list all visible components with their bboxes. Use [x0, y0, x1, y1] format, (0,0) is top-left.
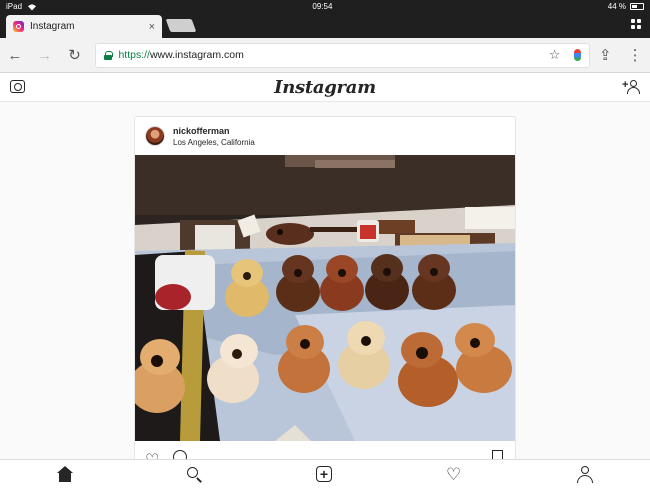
activity-heart-icon[interactable]: ♡ [446, 466, 466, 484]
save-bookmark-icon[interactable] [492, 450, 503, 459]
battery-icon [630, 3, 644, 10]
bottom-nav: + ♡ [0, 459, 650, 488]
post-meta: nickofferman Los Angeles, California [173, 126, 255, 147]
url-scheme: https:// [118, 49, 150, 61]
instagram-logo[interactable]: Instagram [0, 77, 650, 98]
home-icon[interactable] [55, 466, 75, 484]
post-photo[interactable] [135, 155, 515, 441]
wifi-icon [28, 3, 37, 10]
add-user-icon[interactable]: + [622, 80, 640, 94]
status-bar: iPad 09:54 44 % [0, 0, 650, 13]
device-label: iPad [6, 2, 23, 11]
instagram-favicon-icon [13, 21, 24, 32]
back-button[interactable]: ← [0, 40, 30, 70]
avatar[interactable] [145, 126, 165, 146]
new-tab-button[interactable] [165, 19, 197, 32]
share-button[interactable]: ⇪ [590, 40, 620, 70]
tab-strip: Instagram × [0, 13, 650, 38]
tab-title: Instagram [30, 21, 75, 32]
lock-icon [104, 50, 114, 60]
address-bar[interactable]: https:// www.instagram.com ☆ [95, 42, 591, 68]
instagram-header: Instagram + [0, 73, 650, 102]
profile-icon[interactable] [576, 466, 596, 484]
browser-toolbar: ← → ↻ https:// www.instagram.com ☆ ⇪ ⋮ [0, 38, 650, 73]
tab-instagram[interactable]: Instagram × [6, 15, 162, 38]
status-right: 44 % [608, 2, 644, 11]
clock: 09:54 [312, 2, 333, 11]
like-heart-icon[interactable]: ♡ [145, 450, 159, 459]
tab-close-icon[interactable]: × [149, 21, 155, 33]
post-actions: ♡ [135, 447, 515, 459]
bookmark-star-icon[interactable]: ☆ [549, 47, 561, 63]
battery-percent: 44 % [607, 2, 626, 11]
status-left: iPad [6, 2, 37, 11]
post-location[interactable]: Los Angeles, California [173, 138, 255, 147]
forward-button[interactable]: → [30, 40, 60, 70]
search-icon[interactable] [185, 466, 205, 484]
tab-switcher-icon[interactable] [631, 19, 641, 29]
microphone-icon[interactable] [574, 49, 582, 61]
post-card: nickofferman Los Angeles, California [134, 116, 516, 459]
url-host: www.instagram.com [149, 49, 244, 61]
new-post-icon[interactable]: + [316, 466, 332, 482]
ukulele-photo-illustration [135, 155, 515, 441]
more-menu-button[interactable]: ⋮ [620, 40, 650, 70]
reload-button[interactable]: ↻ [60, 40, 90, 70]
post-username[interactable]: nickofferman [173, 126, 255, 136]
post-header: nickofferman Los Angeles, California [135, 117, 515, 155]
comment-icon[interactable] [173, 450, 187, 459]
feed[interactable]: nickofferman Los Angeles, California [0, 102, 650, 459]
